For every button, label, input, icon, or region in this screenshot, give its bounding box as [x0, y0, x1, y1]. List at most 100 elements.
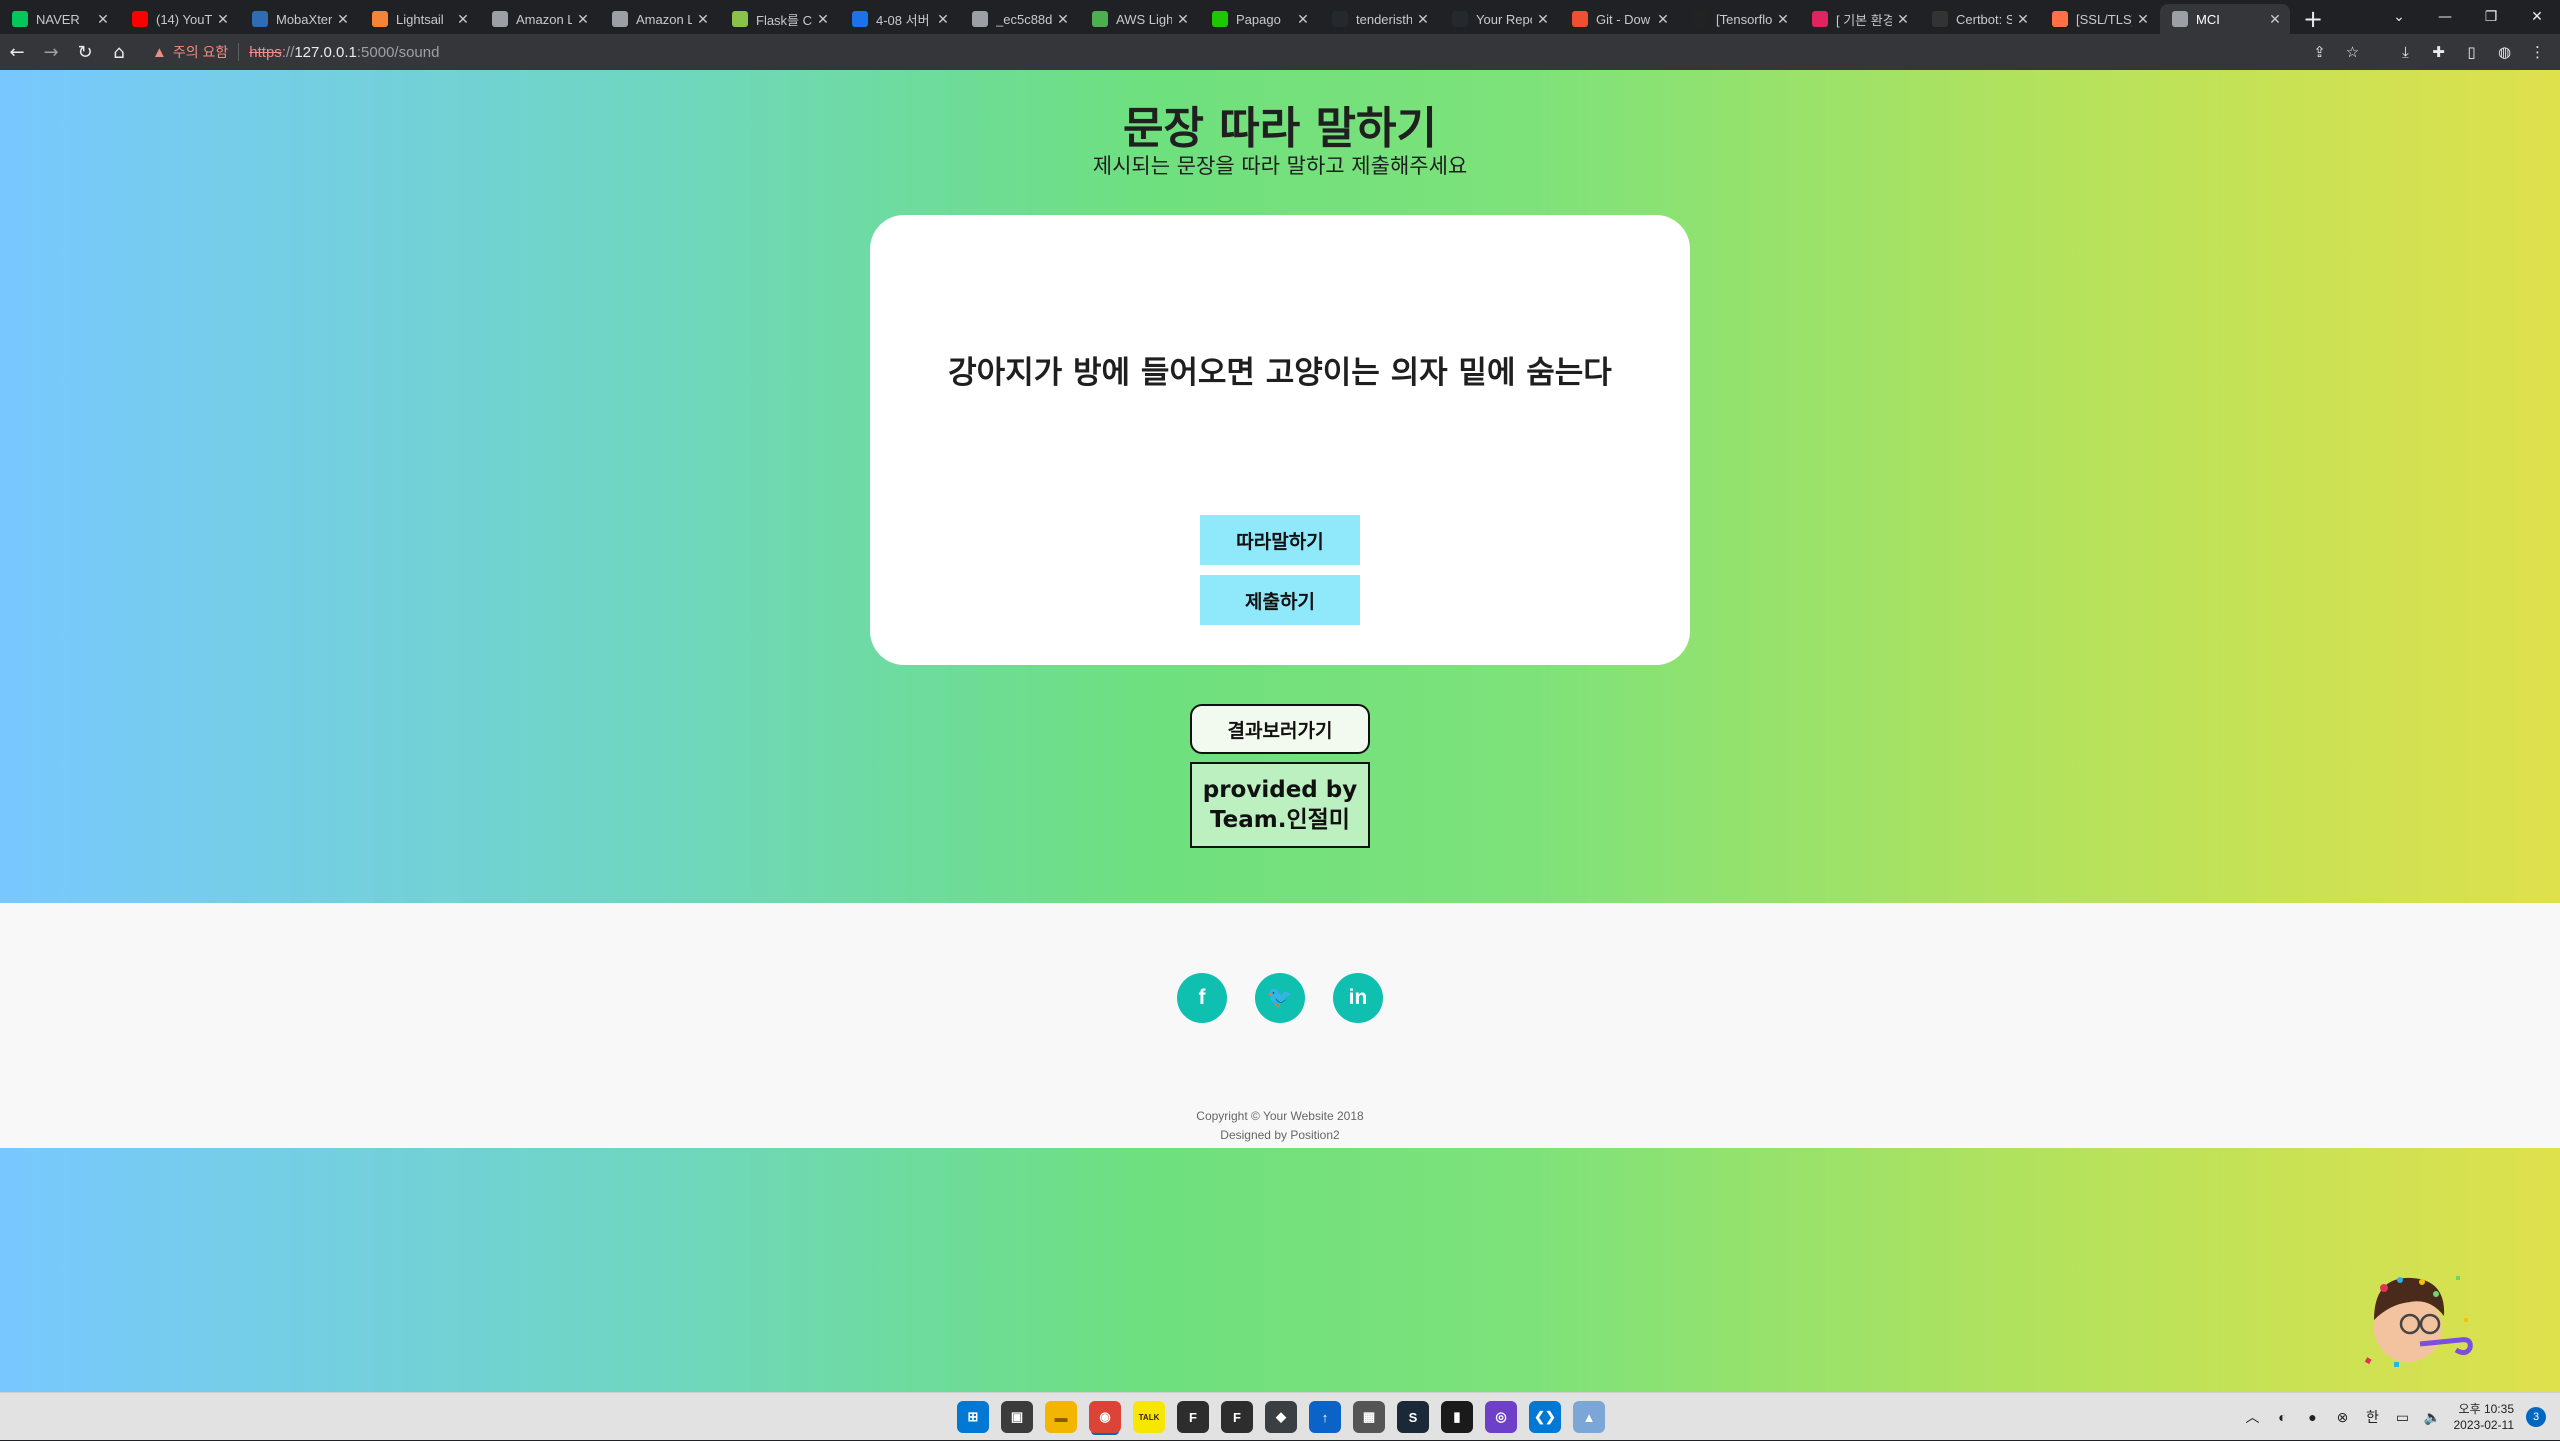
- clock[interactable]: 오후 10:35 2023-02-11: [2454, 1401, 2515, 1433]
- restore-button[interactable]: ❐: [2468, 9, 2514, 25]
- tab-title: [SSL/TLS]: [2076, 11, 2132, 27]
- close-tab-icon[interactable]: ✕: [1536, 11, 1550, 28]
- fox-app-icon[interactable]: F: [1177, 1401, 1209, 1433]
- store-icon[interactable]: ▦: [1353, 1401, 1385, 1433]
- file-explorer-icon[interactable]: ▬: [1045, 1401, 1077, 1433]
- terminal-app-icon[interactable]: ▮: [1441, 1401, 1473, 1433]
- tab-title: [Tensorflo: [1716, 11, 1772, 27]
- bookmark-icon: [1812, 11, 1828, 27]
- close-tab-icon[interactable]: ✕: [1776, 11, 1790, 28]
- start-icon[interactable]: ⊞: [957, 1401, 989, 1433]
- browser-tab[interactable]: Your Repo ✕: [1440, 4, 1558, 34]
- network-icon[interactable]: ▭: [2394, 1408, 2412, 1426]
- menu-kebab-icon[interactable]: ⋮: [2521, 43, 2554, 61]
- ime-indicator[interactable]: 한: [2364, 1408, 2382, 1426]
- download-icon[interactable]: ⤓: [2389, 43, 2422, 61]
- close-tab-icon[interactable]: ✕: [2268, 11, 2282, 28]
- security-warning[interactable]: ▲ 주의 요함: [152, 42, 228, 62]
- tray-kakaotalk-icon[interactable]: ●: [2304, 1408, 2322, 1426]
- minimize-button[interactable]: —: [2422, 9, 2468, 25]
- back-button[interactable]: ←: [0, 35, 34, 69]
- bookmark-star-icon[interactable]: ☆: [2336, 43, 2369, 61]
- close-window-button[interactable]: ✕: [2514, 9, 2560, 25]
- close-tab-icon[interactable]: ✕: [816, 11, 830, 28]
- side-panel-icon[interactable]: ▯: [2455, 43, 2488, 61]
- browser-tab[interactable]: Certbot: S ✕: [1920, 4, 2038, 34]
- github-desktop-icon[interactable]: ◎: [1485, 1401, 1517, 1433]
- browser-tab[interactable]: Amazon L ✕: [600, 4, 718, 34]
- lower-gradient-section: [0, 1148, 2560, 1392]
- twitter-icon[interactable]: 🐦: [1255, 973, 1305, 1023]
- submit-button[interactable]: 제출하기: [1200, 575, 1360, 625]
- linkedin-icon[interactable]: in: [1333, 973, 1383, 1023]
- close-tab-icon[interactable]: ✕: [1056, 11, 1070, 28]
- facebook-icon[interactable]: f: [1177, 973, 1227, 1023]
- tab-title: Git - Dow: [1596, 11, 1651, 27]
- browser-tab[interactable]: Papago ✕: [1200, 4, 1318, 34]
- share-icon[interactable]: ⇪: [2303, 43, 2336, 61]
- browser-tab[interactable]: MobaXterm✕: [240, 4, 358, 34]
- browser-tab[interactable]: [Tensorflo ✕: [1680, 4, 1798, 34]
- close-tab-icon[interactable]: ✕: [2136, 11, 2150, 28]
- tray-app-icon[interactable]: ⊗: [2334, 1408, 2352, 1426]
- new-tab-button[interactable]: +: [2298, 4, 2328, 34]
- close-tab-icon[interactable]: ✕: [456, 11, 470, 28]
- tab-title: Amazon L: [516, 11, 572, 27]
- close-tab-icon[interactable]: ✕: [936, 11, 950, 28]
- globe-icon: [612, 11, 628, 27]
- close-tab-icon[interactable]: ✕: [2016, 11, 2030, 28]
- taskbar-apps: ⊞ ▣ ▬ ◉ TALK F F ◆ ↑ ▦ S ▮ ◎ ❮❯ ▲: [957, 1401, 1605, 1433]
- fox-app-2-icon[interactable]: F: [1221, 1401, 1253, 1433]
- browser-tab[interactable]: MCI ✕: [2160, 4, 2290, 34]
- steam-icon[interactable]: S: [1397, 1401, 1429, 1433]
- memoji-avatar[interactable]: [2360, 1258, 2490, 1378]
- close-tab-icon[interactable]: ✕: [696, 11, 710, 28]
- tab-title: Flask를 CU: [756, 12, 812, 28]
- browser-tab[interactable]: Lightsail ✕: [360, 4, 478, 34]
- browser-tab[interactable]: tenderisth ✕: [1320, 4, 1438, 34]
- browser-tab[interactable]: Git - Dow ✕: [1560, 4, 1678, 34]
- browser-tab[interactable]: NAVER ✕: [0, 4, 118, 34]
- extensions-icon[interactable]: ✚: [2422, 43, 2455, 61]
- volume-icon[interactable]: 🔈: [2424, 1408, 2442, 1426]
- browser-tab[interactable]: 4-08 서버 ✕: [840, 4, 958, 34]
- close-tab-icon[interactable]: ✕: [1416, 11, 1430, 28]
- clock-time: 오후 10:35: [2458, 1402, 2514, 1416]
- close-tab-icon[interactable]: ✕: [1656, 11, 1670, 28]
- address-bar[interactable]: ▲ 주의 요함 https://127.0.0.1:5000/sound: [142, 37, 2293, 67]
- profile-avatar-icon[interactable]: ◍: [2488, 43, 2521, 61]
- game-app-icon[interactable]: ◆: [1265, 1401, 1297, 1433]
- arrow-app-icon[interactable]: ↑: [1309, 1401, 1341, 1433]
- chart-app-icon[interactable]: ▲: [1573, 1401, 1605, 1433]
- browser-tab[interactable]: AWS Light ✕: [1080, 4, 1198, 34]
- close-tab-icon[interactable]: ✕: [1296, 11, 1310, 28]
- browser-tab[interactable]: (14) YouTube✕: [120, 4, 238, 34]
- repeat-speak-button[interactable]: 따라말하기: [1200, 515, 1360, 565]
- reload-button[interactable]: ↻: [68, 35, 102, 69]
- close-tab-icon[interactable]: ✕: [336, 11, 350, 28]
- browser-tab[interactable]: _ec5c88d ✕: [960, 4, 1078, 34]
- task-view-icon[interactable]: ▣: [1001, 1401, 1033, 1433]
- close-tab-icon[interactable]: ✕: [1896, 11, 1910, 28]
- notification-badge[interactable]: 3: [2526, 1407, 2546, 1427]
- kakaotalk-icon[interactable]: TALK: [1133, 1401, 1165, 1433]
- tray-steam-icon[interactable]: ◐: [2274, 1408, 2292, 1426]
- browser-tab[interactable]: Flask를 CU✕: [720, 4, 838, 34]
- close-tab-icon[interactable]: ✕: [1176, 11, 1190, 28]
- chrome-icon[interactable]: ◉: [1089, 1401, 1121, 1433]
- tab-search-icon[interactable]: ⌄: [2376, 9, 2422, 25]
- browser-tab[interactable]: [SSL/TLS] ✕: [2040, 4, 2158, 34]
- tray-overflow-chevron-icon[interactable]: ︿: [2244, 1408, 2262, 1426]
- vscode-icon[interactable]: ❮❯: [1529, 1401, 1561, 1433]
- target-sentence: 강아지가 방에 들어오면 고양이는 의자 밑에 숨는다: [948, 355, 1612, 391]
- forward-button[interactable]: →: [34, 35, 68, 69]
- home-button[interactable]: ⌂: [102, 35, 136, 69]
- browser-tab[interactable]: Amazon L ✕: [480, 4, 598, 34]
- close-tab-icon[interactable]: ✕: [96, 11, 110, 28]
- system-tray: ︿ ◐ ● ⊗ 한 ▭ 🔈 오후 10:35 2023-02-11 3: [2244, 1393, 2546, 1441]
- view-results-button[interactable]: 결과보러가기: [1190, 704, 1370, 754]
- browser-tab[interactable]: [ 기본 환경 ✕: [1800, 4, 1918, 34]
- close-tab-icon[interactable]: ✕: [576, 11, 590, 28]
- naver-icon: [12, 11, 28, 27]
- close-tab-icon[interactable]: ✕: [216, 11, 230, 28]
